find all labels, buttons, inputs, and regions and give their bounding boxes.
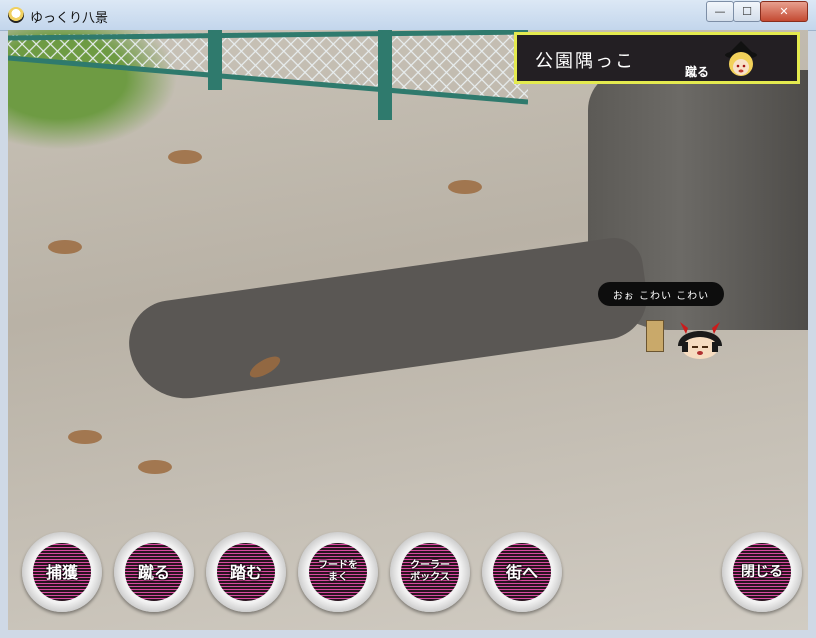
close-window-button[interactable]: ✕ (760, 1, 808, 22)
capture-label: 捕獲 (45, 562, 78, 582)
close-game-button[interactable]: 閉じる (722, 532, 802, 612)
location-name: 公園隅っこ (535, 51, 635, 72)
dry-leaf (138, 460, 172, 474)
food-box-item[interactable] (646, 320, 664, 352)
app-icon (8, 7, 24, 23)
maximize-button[interactable]: ☐ (733, 1, 761, 22)
dry-leaf (168, 150, 202, 164)
dry-leaf (48, 240, 82, 254)
cooler-box-label: クーラー ボックス (410, 560, 450, 583)
reimu-yukkuri-character[interactable] (674, 320, 726, 360)
fence (8, 30, 528, 120)
window-title: ゆっくり八景 (30, 11, 109, 26)
speech-bubble: おぉ こわい こわい (598, 282, 724, 306)
go-to-town-button[interactable]: 街へ (482, 532, 562, 612)
stomp-label: 踏む (229, 562, 262, 582)
go-to-town-label: 街へ (505, 562, 538, 582)
close-game-label: 閉じる (741, 563, 783, 580)
dry-leaf (68, 430, 102, 444)
stomp-button[interactable]: 踏む (206, 532, 286, 612)
window-titlebar[interactable]: ゆっくり八景 — ☐ ✕ (0, 0, 816, 31)
scatter-food-button[interactable]: フードを まく (298, 532, 378, 612)
scatter-food-label: フードを まく (318, 560, 358, 583)
cooler-box-button[interactable]: クーラー ボックス (390, 532, 470, 612)
current-action-label: 蹴る (685, 65, 710, 79)
location-panel: 公園隅っこ 蹴る (514, 32, 800, 84)
capture-button[interactable]: 捕獲 (22, 532, 102, 612)
dry-leaf (448, 180, 482, 194)
marisa-yukkuri-icon (725, 41, 757, 76)
kick-button[interactable]: 蹴る (114, 532, 194, 612)
kick-label: 蹴る (137, 562, 170, 582)
minimize-button[interactable]: — (706, 1, 734, 22)
tree-root (123, 234, 653, 406)
